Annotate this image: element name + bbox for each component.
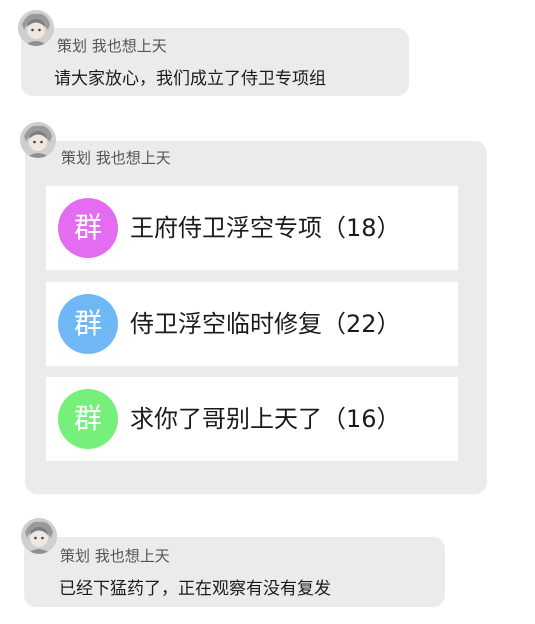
message-text: 请大家放心，我们成立了侍卫专项组 xyxy=(54,69,326,89)
anime-character-avatar-icon[interactable] xyxy=(20,122,56,158)
anime-character-avatar-icon[interactable] xyxy=(18,10,54,46)
sender-name: 策划 我也想上天 xyxy=(61,149,171,167)
group-name: 王府侍卫浮空专项（18） xyxy=(130,214,401,242)
group-card[interactable]: 群 王府侍卫浮空专项（18） xyxy=(46,186,458,270)
group-badge-icon: 群 xyxy=(58,294,118,354)
sender-name: 策划 我也想上天 xyxy=(60,547,170,565)
anime-character-avatar-icon[interactable] xyxy=(21,518,57,554)
group-card[interactable]: 群 侍卫浮空临时修复（22） xyxy=(46,282,458,366)
message-text: 已经下猛药了，正在观察有没有复发 xyxy=(59,579,331,599)
group-card[interactable]: 群 求你了哥别上天了（16） xyxy=(46,377,458,461)
group-badge-icon: 群 xyxy=(58,198,118,258)
group-name: 求你了哥别上天了（16） xyxy=(130,405,401,433)
group-name: 侍卫浮空临时修复（22） xyxy=(130,310,401,338)
group-badge-icon: 群 xyxy=(58,389,118,449)
sender-name: 策划 我也想上天 xyxy=(57,37,167,55)
